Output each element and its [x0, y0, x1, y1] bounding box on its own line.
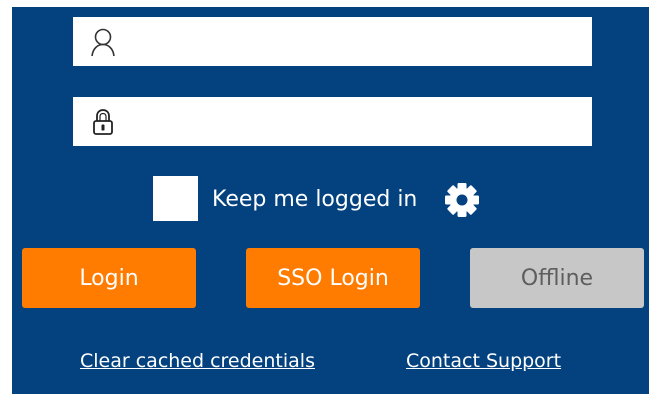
contact-support-link[interactable]: Contact Support: [406, 349, 561, 373]
clear-cached-credentials-link[interactable]: Clear cached credentials: [80, 349, 315, 373]
sso-login-button-label: SSO Login: [277, 265, 389, 291]
keep-logged-in-label: Keep me logged in: [212, 187, 418, 212]
username-input[interactable]: [117, 17, 592, 66]
offline-button[interactable]: Offline: [470, 248, 644, 308]
sso-login-button[interactable]: SSO Login: [246, 248, 420, 308]
username-field[interactable]: [73, 17, 592, 66]
gear-icon[interactable]: [442, 180, 482, 220]
lock-icon: [89, 106, 117, 138]
password-field[interactable]: [73, 97, 592, 146]
offline-button-label: Offline: [520, 265, 594, 291]
login-button[interactable]: Login: [22, 248, 196, 308]
keep-logged-in-checkbox[interactable]: [153, 176, 198, 221]
login-panel: Keep me logged in Login SSO Login Offlin…: [12, 7, 649, 394]
login-button-label: Login: [79, 265, 139, 291]
password-input[interactable]: [117, 97, 592, 146]
user-icon: [89, 26, 117, 58]
